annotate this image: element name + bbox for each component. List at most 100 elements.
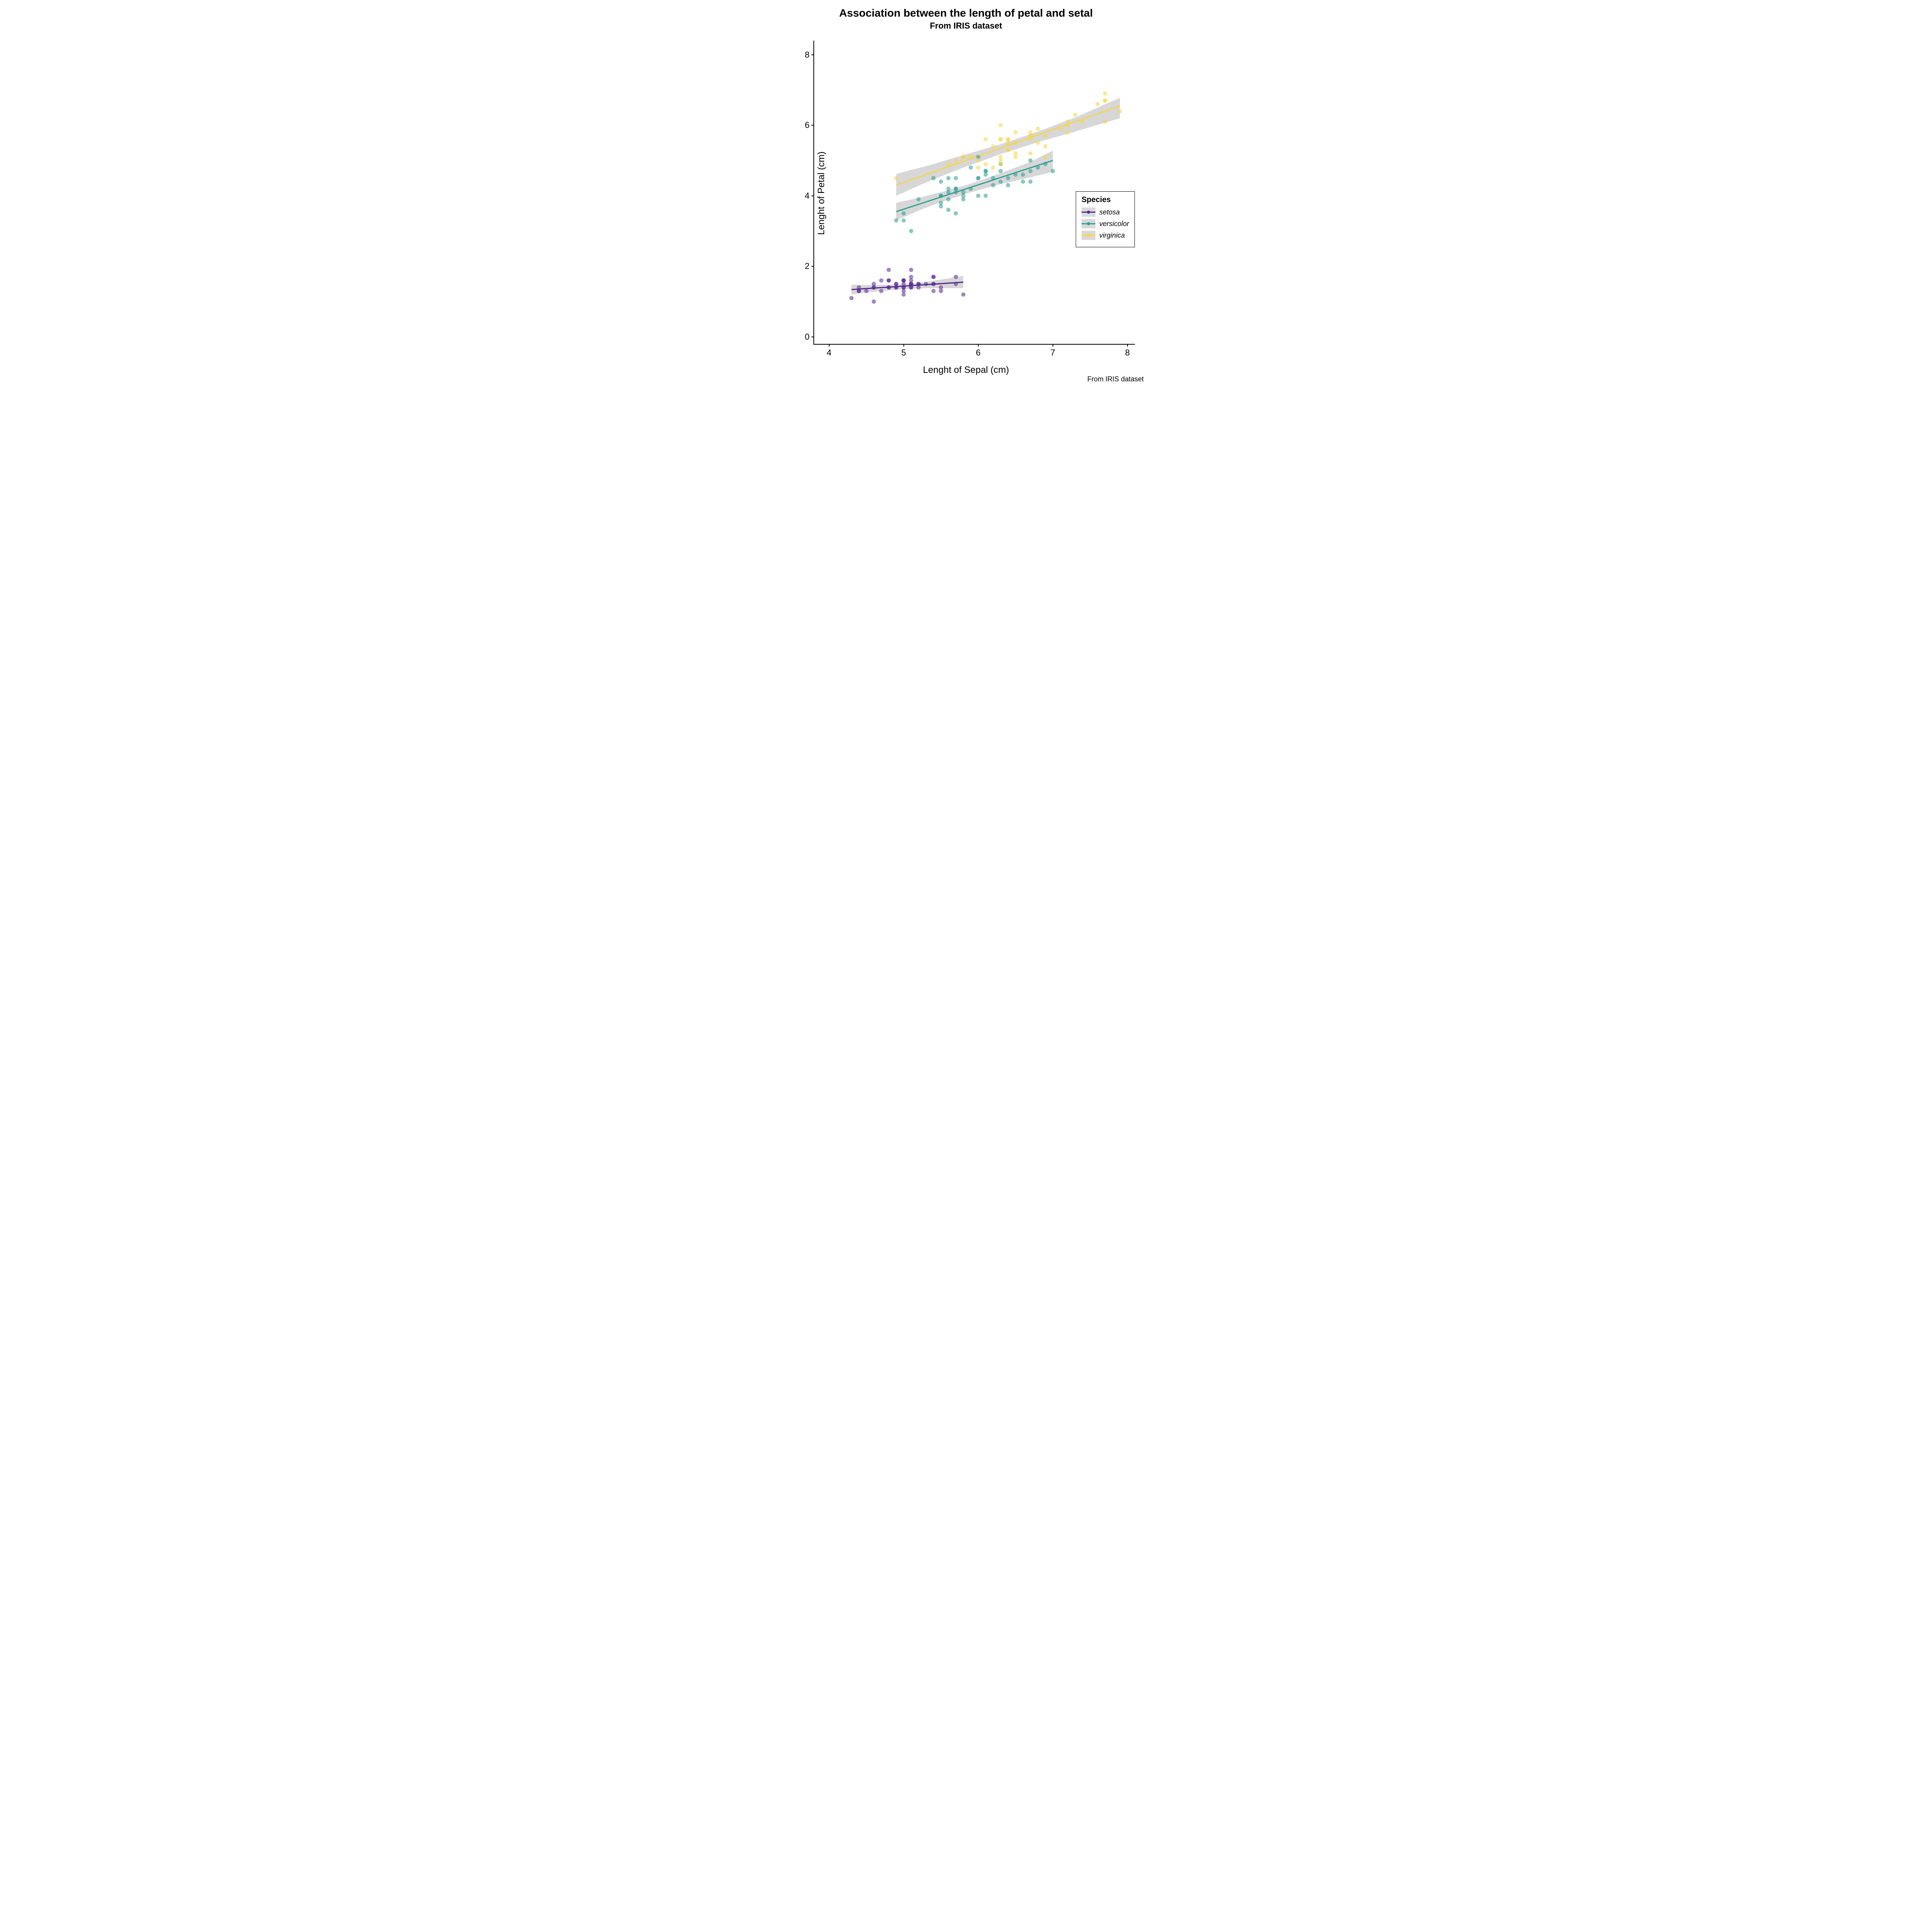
point-virginica <box>1118 109 1122 113</box>
point-versicolor <box>1028 158 1032 163</box>
point-virginica <box>1103 119 1107 124</box>
point-setosa <box>931 275 935 279</box>
point-versicolor <box>1028 180 1032 184</box>
point-virginica <box>954 158 958 163</box>
point-setosa <box>931 282 935 286</box>
point-virginica <box>1006 141 1010 145</box>
point-virginica <box>1028 151 1032 156</box>
point-versicolor <box>901 218 906 223</box>
point-virginica <box>991 144 995 148</box>
point-versicolor <box>976 176 980 180</box>
point-setosa <box>917 282 921 286</box>
legend-title: Species <box>1082 196 1129 204</box>
point-virginica <box>946 162 951 166</box>
legend-swatch <box>1082 219 1095 228</box>
point-versicolor <box>991 176 995 180</box>
point-versicolor <box>917 197 921 201</box>
point-virginica <box>1028 134 1032 138</box>
point-virginica <box>1080 119 1085 124</box>
point-virginica <box>1014 141 1018 145</box>
point-setosa <box>872 299 876 304</box>
point-setosa <box>879 289 883 293</box>
chart-container: Association between the length of petal … <box>773 0 1159 386</box>
point-versicolor <box>983 194 988 198</box>
point-virginica <box>998 137 1003 141</box>
legend-item-setosa: setosa <box>1082 207 1129 217</box>
point-virginica <box>1066 123 1070 128</box>
point-versicolor <box>909 229 913 233</box>
x-tick-label: 5 <box>901 344 906 358</box>
point-virginica <box>983 137 988 141</box>
point-versicolor <box>961 194 966 198</box>
point-virginica <box>976 165 980 170</box>
legend-label: setosa <box>1099 208 1120 216</box>
point-versicolor <box>939 204 943 209</box>
point-virginica <box>1014 151 1018 156</box>
point-virginica <box>1095 102 1100 106</box>
point-versicolor <box>946 197 951 201</box>
point-virginica <box>1043 144 1048 148</box>
point-virginica <box>969 155 973 159</box>
point-versicolor <box>894 218 898 223</box>
point-versicolor <box>998 180 1003 184</box>
y-tick-label: 0 <box>786 332 814 342</box>
chart-title: Association between the length of petal … <box>773 7 1159 19</box>
point-virginica <box>976 158 980 163</box>
legend-label: versicolor <box>1099 220 1129 228</box>
x-tick-label: 4 <box>827 344 831 358</box>
point-versicolor <box>946 187 951 191</box>
point-versicolor <box>954 190 958 194</box>
point-virginica <box>1073 112 1077 117</box>
point-virginica <box>1043 134 1048 138</box>
point-virginica <box>1036 127 1040 131</box>
x-axis-label: Lenght of Sepal (cm) <box>923 365 1009 376</box>
point-setosa <box>894 285 898 289</box>
point-setosa <box>864 289 869 293</box>
y-tick-label: 2 <box>786 261 814 271</box>
point-setosa <box>924 282 928 286</box>
point-versicolor <box>901 211 906 216</box>
legend: Species setosa versicolor virginica <box>1076 191 1135 247</box>
y-tick-label: 6 <box>786 120 814 130</box>
point-versicolor <box>954 211 958 216</box>
point-virginica <box>894 176 898 180</box>
point-virginica <box>998 123 1003 128</box>
point-setosa <box>887 285 891 289</box>
point-versicolor <box>969 165 973 170</box>
point-setosa <box>954 282 958 286</box>
point-setosa <box>887 278 891 282</box>
point-versicolor <box>976 194 980 198</box>
point-setosa <box>872 285 876 289</box>
point-versicolor <box>1021 172 1025 177</box>
point-virginica <box>991 165 995 170</box>
point-versicolor <box>946 208 951 212</box>
legend-dot-icon <box>1087 222 1090 225</box>
point-virginica <box>1066 130 1070 134</box>
legend-swatch <box>1082 231 1095 240</box>
point-versicolor <box>1014 172 1018 177</box>
point-setosa <box>879 278 883 282</box>
point-versicolor <box>1036 165 1040 170</box>
point-setosa <box>909 268 913 272</box>
point-setosa <box>857 289 861 293</box>
point-setosa <box>901 278 906 282</box>
point-setosa <box>909 278 913 282</box>
y-tick-label: 4 <box>786 191 814 201</box>
point-versicolor <box>939 180 943 184</box>
point-versicolor <box>969 187 973 191</box>
legend-swatch <box>1082 207 1095 217</box>
point-versicolor <box>991 183 995 187</box>
x-tick-label: 8 <box>1125 344 1130 358</box>
point-virginica <box>998 158 1003 163</box>
plot-area: Species setosaversicolorvirginica 024684… <box>813 41 1135 345</box>
legend-dot-icon <box>1087 211 1090 214</box>
point-versicolor <box>983 172 988 177</box>
point-virginica <box>961 155 966 159</box>
point-virginica <box>1006 148 1010 152</box>
point-versicolor <box>946 176 951 180</box>
point-versicolor <box>939 194 943 198</box>
legend-item-virginica: virginica <box>1082 231 1129 240</box>
point-setosa <box>939 289 943 293</box>
point-versicolor <box>954 176 958 180</box>
point-virginica <box>983 162 988 166</box>
